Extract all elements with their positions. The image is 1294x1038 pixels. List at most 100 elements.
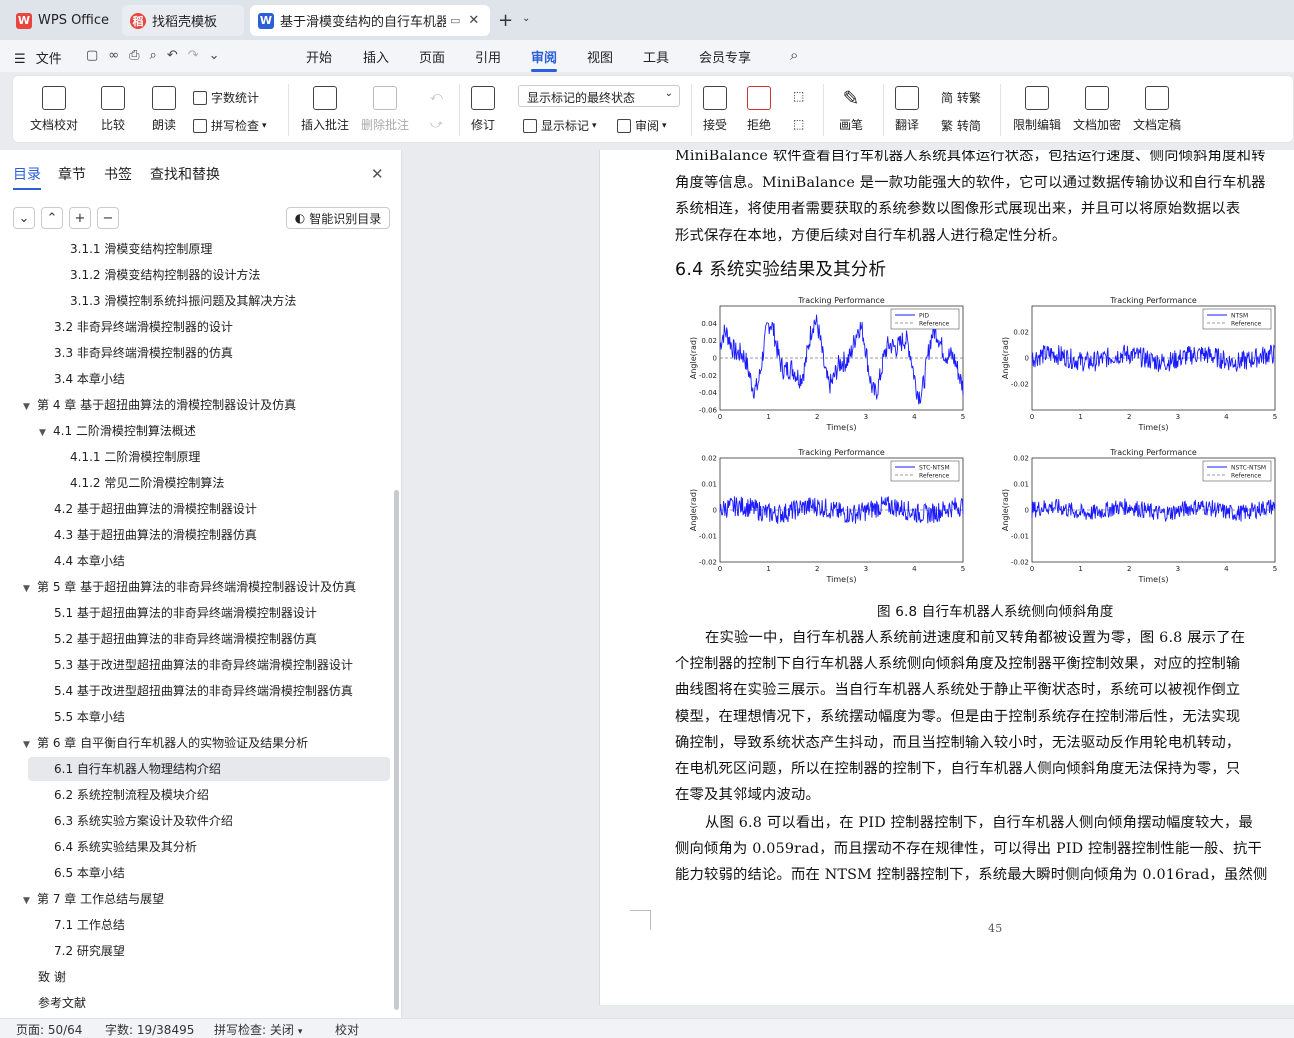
toc-item-label: 3.1.1 滑模变结构控制原理: [70, 242, 213, 256]
toc-item[interactable]: 6.4 系统实验结果及其分析: [54, 834, 197, 860]
search-icon[interactable]: ⌕: [790, 46, 798, 64]
x-tick-label: 2: [815, 565, 819, 573]
toc-item[interactable]: 致 谢: [38, 964, 66, 990]
chevron-down-icon[interactable]: ⌄: [522, 13, 530, 24]
finalize-button[interactable]: 文档定稿: [1133, 86, 1181, 133]
toc-item[interactable]: ▼ 第 4 章 基于超扭曲算法的滑模控制器设计及仿真: [23, 392, 296, 418]
menu-page[interactable]: 页面: [419, 47, 445, 66]
prev-comment-icon[interactable]: ⤺: [430, 89, 443, 104]
toc-item[interactable]: 7.2 研究展望: [54, 938, 125, 964]
translate-button[interactable]: 翻译: [895, 86, 919, 133]
toc-item[interactable]: 5.2 基于超扭曲算法的非奇异终端滑模控制器仿真: [54, 626, 317, 652]
toc-item[interactable]: ▼ 第 6 章 自平衡自行车机器人的实物验证及结果分析: [23, 730, 308, 756]
menu-view[interactable]: 视图: [587, 47, 613, 66]
toc-item[interactable]: ▼ 第 5 章 基于超扭曲算法的非奇异终端滑模控制器设计及仿真: [23, 574, 356, 600]
toc-item-label: 5.3 基于改进型超扭曲算法的非奇异终端滑模控制器设计: [54, 658, 353, 672]
toc-item[interactable]: 5.4 基于改进型超扭曲算法的非奇异终端滑模控制器仿真: [54, 678, 353, 704]
toc-item[interactable]: 3.1.1 滑模变结构控制原理: [70, 236, 212, 262]
delete-comment-button[interactable]: 删除批注: [361, 86, 409, 133]
undo-icon: ↶: [166, 48, 188, 63]
menu-reference[interactable]: 引用: [475, 47, 501, 66]
close-panel-icon[interactable]: ✕: [371, 165, 384, 183]
toc-item[interactable]: 5.3 基于改进型超扭曲算法的非奇异终端滑模控制器设计: [54, 652, 353, 678]
encrypt-button[interactable]: 文档加密: [1073, 86, 1121, 133]
toc-item-label: 4.1.2 常见二阶滑模控制算法: [70, 476, 225, 490]
expand-arrow-icon[interactable]: ▼: [23, 576, 37, 602]
toc-item[interactable]: 4.3 基于超扭曲算法的滑模控制器仿真: [54, 522, 257, 548]
revise-button[interactable]: 修订: [471, 86, 495, 133]
read-aloud-button[interactable]: 朗读: [152, 86, 176, 133]
menu-insert[interactable]: 插入: [363, 47, 389, 66]
insert-comment-button[interactable]: 插入批注: [301, 86, 349, 133]
quick-access-toolbar[interactable]: ▢∞⎙⌕↶↷⌄: [86, 48, 230, 63]
smart-toc-button[interactable]: ◐ 智能识别目录: [286, 207, 390, 229]
expand-arrow-icon[interactable]: ▼: [23, 732, 37, 758]
spell-check-button[interactable]: 拼写检查 ▾: [193, 117, 267, 134]
doc-check-button[interactable]: 文档校对: [30, 86, 78, 133]
tab-template[interactable]: 稻 找稻壳模板: [122, 5, 244, 36]
to-traditional-button[interactable]: 简 转繁: [941, 89, 981, 106]
word-count-button[interactable]: 字数统计: [193, 89, 259, 106]
expand-arrow-icon[interactable]: ▼: [39, 420, 53, 446]
remove-heading-icon[interactable]: −: [97, 207, 119, 229]
toc-item-label: 6.4 系统实验结果及其分析: [54, 840, 197, 854]
toc-item[interactable]: 3.4 本章小结: [54, 366, 125, 392]
scrollbar[interactable]: [394, 490, 399, 1010]
toc-item[interactable]: 4.1.2 常见二阶滑模控制算法: [70, 470, 224, 496]
review-pane-button[interactable]: 审阅 ▾: [617, 117, 667, 134]
markup-mode-select[interactable]: 显示标记的最终状态 ⌄: [518, 85, 680, 107]
add-heading-icon[interactable]: +: [69, 207, 91, 229]
toc-item[interactable]: 6.3 系统实验方案设计及软件介绍: [54, 808, 233, 834]
toc-item[interactable]: 6.2 系统控制流程及模块介绍: [54, 782, 209, 808]
prev-revision-icon[interactable]: ⬚: [793, 89, 804, 103]
menu-tools[interactable]: 工具: [643, 47, 669, 66]
tab-toc[interactable]: 目录: [13, 164, 41, 190]
to-simplified-button[interactable]: 繁 转简: [941, 117, 981, 134]
tab-bookmarks[interactable]: 书签: [104, 164, 132, 184]
toc-item[interactable]: 4.1.1 二阶滑模控制原理: [70, 444, 200, 470]
toc-item[interactable]: 4.2 基于超扭曲算法的滑模控制器设计: [54, 496, 257, 522]
proofread-status[interactable]: 校对: [335, 1021, 359, 1038]
revise-icon: [471, 86, 495, 110]
show-markup-button[interactable]: 显示标记 ▾: [523, 117, 597, 134]
collapse-all-icon[interactable]: ⌄: [13, 207, 35, 229]
close-icon[interactable]: ✕: [468, 13, 479, 28]
toc-item[interactable]: 5.1 基于超扭曲算法的非奇异终端滑模控制器设计: [54, 600, 317, 626]
new-tab-icon[interactable]: +: [498, 10, 513, 31]
tab-bar: W WPS Office 稻 找稻壳模板 W 基于滑模变结构的自行车机器人 ▭ …: [0, 0, 1294, 40]
accept-button[interactable]: 接受: [703, 86, 727, 133]
next-revision-icon[interactable]: ⬚: [793, 117, 804, 131]
tab-wps-office[interactable]: W WPS Office: [8, 5, 118, 36]
toc-item[interactable]: ▼ 第 7 章 工作总结与展望: [23, 886, 164, 912]
toc-item[interactable]: 4.4 本章小结: [54, 548, 125, 574]
toc-item[interactable]: 6.5 本章小结: [54, 860, 125, 886]
expand-up-icon[interactable]: ⌃: [41, 207, 63, 229]
next-comment-icon[interactable]: ⤻: [430, 117, 443, 132]
toc-item[interactable]: 5.5 本章小结: [54, 704, 125, 730]
page-number: 45: [988, 922, 1003, 935]
menu-review[interactable]: 审阅: [531, 47, 558, 72]
toc-item[interactable]: 3.3 非奇异终端滑模控制器的仿真: [54, 340, 233, 366]
spell-check-status[interactable]: 拼写检查: 关闭 ▾: [214, 1021, 302, 1038]
menu-start[interactable]: 开始: [306, 47, 332, 66]
word-count[interactable]: 字数: 19/38495: [105, 1021, 194, 1038]
toc-item[interactable]: 3.1.2 滑模变结构控制器的设计方法: [70, 262, 260, 288]
tab-document[interactable]: W 基于滑模变结构的自行车机器人 ▭ ✕: [250, 5, 490, 36]
toc-item[interactable]: 6.1 自行车机器人物理结构介绍: [54, 756, 221, 782]
restrict-edit-button[interactable]: 限制编辑: [1013, 86, 1061, 133]
toc-item[interactable]: 7.1 工作总结: [54, 912, 125, 938]
reject-button[interactable]: 拒绝: [747, 86, 771, 133]
expand-arrow-icon[interactable]: ▼: [23, 888, 37, 914]
page-indicator[interactable]: 页面: 50/64: [16, 1021, 82, 1038]
toc-item[interactable]: ▼ 4.1 二阶滑模控制算法概述: [39, 418, 196, 444]
compare-button[interactable]: 比较: [101, 86, 125, 133]
menu-member[interactable]: 会员专享: [699, 47, 751, 66]
toc-item[interactable]: 3.1.3 滑模控制系统抖振问题及其解决方法: [70, 288, 296, 314]
tab-find-replace[interactable]: 查找和替换: [150, 164, 220, 184]
tab-sections[interactable]: 章节: [58, 164, 86, 184]
toc-item[interactable]: 参考文献: [38, 990, 86, 1016]
file-menu[interactable]: ☰ 文件: [14, 48, 62, 67]
expand-arrow-icon[interactable]: ▼: [23, 394, 37, 420]
toc-item[interactable]: 3.2 非奇异终端滑模控制器的设计: [54, 314, 233, 340]
pen-button[interactable]: ✎ 画笔: [839, 86, 863, 133]
